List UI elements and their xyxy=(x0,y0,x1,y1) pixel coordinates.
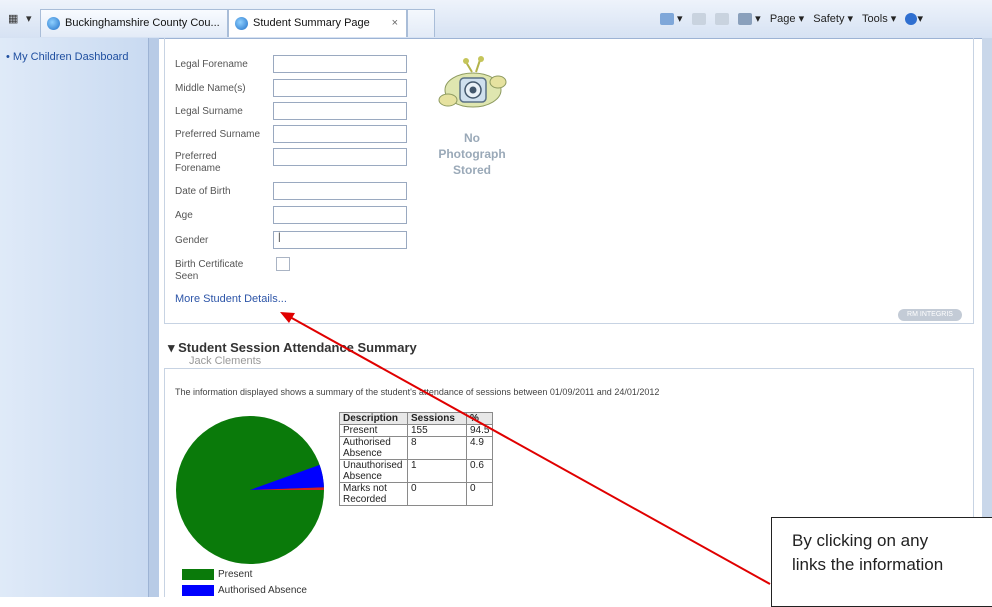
date-of-birth-field[interactable] xyxy=(273,182,407,200)
legend-swatch-present xyxy=(182,569,214,580)
legend-label-authorised: Authorised Absence xyxy=(218,585,307,596)
table-row: Unauthorised Absence 1 0.6 xyxy=(339,459,494,483)
row-percent: 94.5 xyxy=(465,424,494,437)
row-description: Present xyxy=(339,424,408,437)
gender-field[interactable]: | xyxy=(273,231,407,249)
mail-icon[interactable] xyxy=(714,13,729,26)
row-sessions: 8 xyxy=(407,436,467,460)
more-student-details-link[interactable]: More Student Details... xyxy=(175,293,287,305)
attendance-student-name: Jack Clements xyxy=(189,355,262,367)
sidebar-item-my-children-dashboard[interactable]: • My Children Dashboard xyxy=(6,51,128,63)
feeds-icon[interactable] xyxy=(691,13,706,26)
row-description: Authorised Absence xyxy=(339,436,408,460)
attendance-table: Description Sessions % Present 155 94.5 … xyxy=(339,412,494,506)
label-legal-forename: Legal Forename xyxy=(175,59,248,70)
label-preferred-forename: Preferred Forename xyxy=(175,151,221,174)
attendance-section-title[interactable]: ▾ Student Session Attendance Summary xyxy=(168,340,417,356)
new-tab-button[interactable] xyxy=(407,9,435,37)
legend-swatch-authorised xyxy=(182,585,214,596)
page-menu[interactable]: Page ▾ xyxy=(770,13,804,25)
command-bar: ▾ ▾ Page ▾ Safety ▾ Tools ▾ ▾ xyxy=(660,12,923,28)
row-sessions: 0 xyxy=(407,482,467,506)
attendance-pie-chart xyxy=(176,416,324,564)
table-row: Authorised Absence 8 4.9 xyxy=(339,436,494,460)
table-row: Present 155 94.5 xyxy=(339,424,494,437)
callout-line-2: links the information xyxy=(792,555,944,574)
close-tab-icon[interactable]: × xyxy=(392,17,398,29)
label-date-of-birth: Date of Birth xyxy=(175,186,231,197)
row-sessions: 1 xyxy=(407,459,467,483)
row-percent: 0.6 xyxy=(465,459,494,483)
help-dropdown[interactable]: ▾ xyxy=(917,13,923,25)
column-header-percent: % xyxy=(465,412,494,425)
row-description: Unauthorised Absence xyxy=(339,459,408,483)
callout-line-1: By clicking on any xyxy=(792,531,929,550)
left-navigation: • My Children Dashboard xyxy=(0,38,149,597)
scrollbar[interactable] xyxy=(982,38,992,597)
ie-icon xyxy=(47,17,60,30)
legal-surname-field[interactable] xyxy=(273,102,407,120)
quick-tabs-icon[interactable]: ▦ xyxy=(8,12,18,28)
no-photograph-text: No Photograph Stored xyxy=(438,131,506,177)
table-row: Marks not Recorded 0 0 xyxy=(339,482,494,506)
tab-student-summary[interactable]: Student Summary Page × xyxy=(228,9,407,37)
legend-label-present: Present xyxy=(218,569,253,580)
safety-menu[interactable]: Safety ▾ xyxy=(813,13,853,25)
row-description: Marks not Recorded xyxy=(339,482,408,506)
annotation-callout: By clicking on any links the information xyxy=(771,517,992,607)
middle-names-field[interactable] xyxy=(273,79,407,97)
row-percent: 0 xyxy=(465,482,494,506)
tools-menu[interactable]: Tools ▾ xyxy=(862,13,896,25)
tab-list-dropdown-icon[interactable]: ▾ xyxy=(26,12,32,28)
attendance-info-text: The information displayed shows a summar… xyxy=(175,387,660,397)
row-sessions: 155 xyxy=(407,424,467,437)
preferred-forename-field[interactable] xyxy=(273,148,407,166)
label-birth-certificate-seen: Birth Certificate Seen xyxy=(175,259,244,282)
table-header-row: Description Sessions % xyxy=(339,412,494,425)
preferred-surname-field[interactable] xyxy=(273,125,407,143)
ie-icon xyxy=(235,17,248,30)
no-photo-icon xyxy=(438,56,507,108)
birth-certificate-checkbox[interactable] xyxy=(276,257,290,271)
label-middle-names: Middle Name(s) xyxy=(175,83,246,94)
browser-tab-bar: ▦ ▾ Buckinghamshire County Cou... Studen… xyxy=(0,0,992,39)
home-icon[interactable] xyxy=(660,13,674,26)
legal-forename-field[interactable] xyxy=(273,55,407,73)
nav-divider xyxy=(149,38,159,597)
print-icon[interactable] xyxy=(738,13,753,26)
tab-label: Student Summary Page xyxy=(253,17,370,29)
label-legal-surname: Legal Surname xyxy=(175,106,243,117)
age-field[interactable] xyxy=(273,206,407,224)
help-icon[interactable] xyxy=(905,13,918,26)
label-age: Age xyxy=(175,210,193,221)
column-header-sessions: Sessions xyxy=(407,412,467,425)
rm-integris-badge: RM INTEGRIS xyxy=(898,309,962,321)
tab-buckinghamshire[interactable]: Buckinghamshire County Cou... xyxy=(40,9,228,37)
label-gender: Gender xyxy=(175,235,209,246)
label-preferred-surname: Preferred Surname xyxy=(175,129,261,140)
tab-label: Buckinghamshire County Cou... xyxy=(65,17,220,29)
row-percent: 4.9 xyxy=(465,436,494,460)
column-header-description: Description xyxy=(339,412,408,425)
